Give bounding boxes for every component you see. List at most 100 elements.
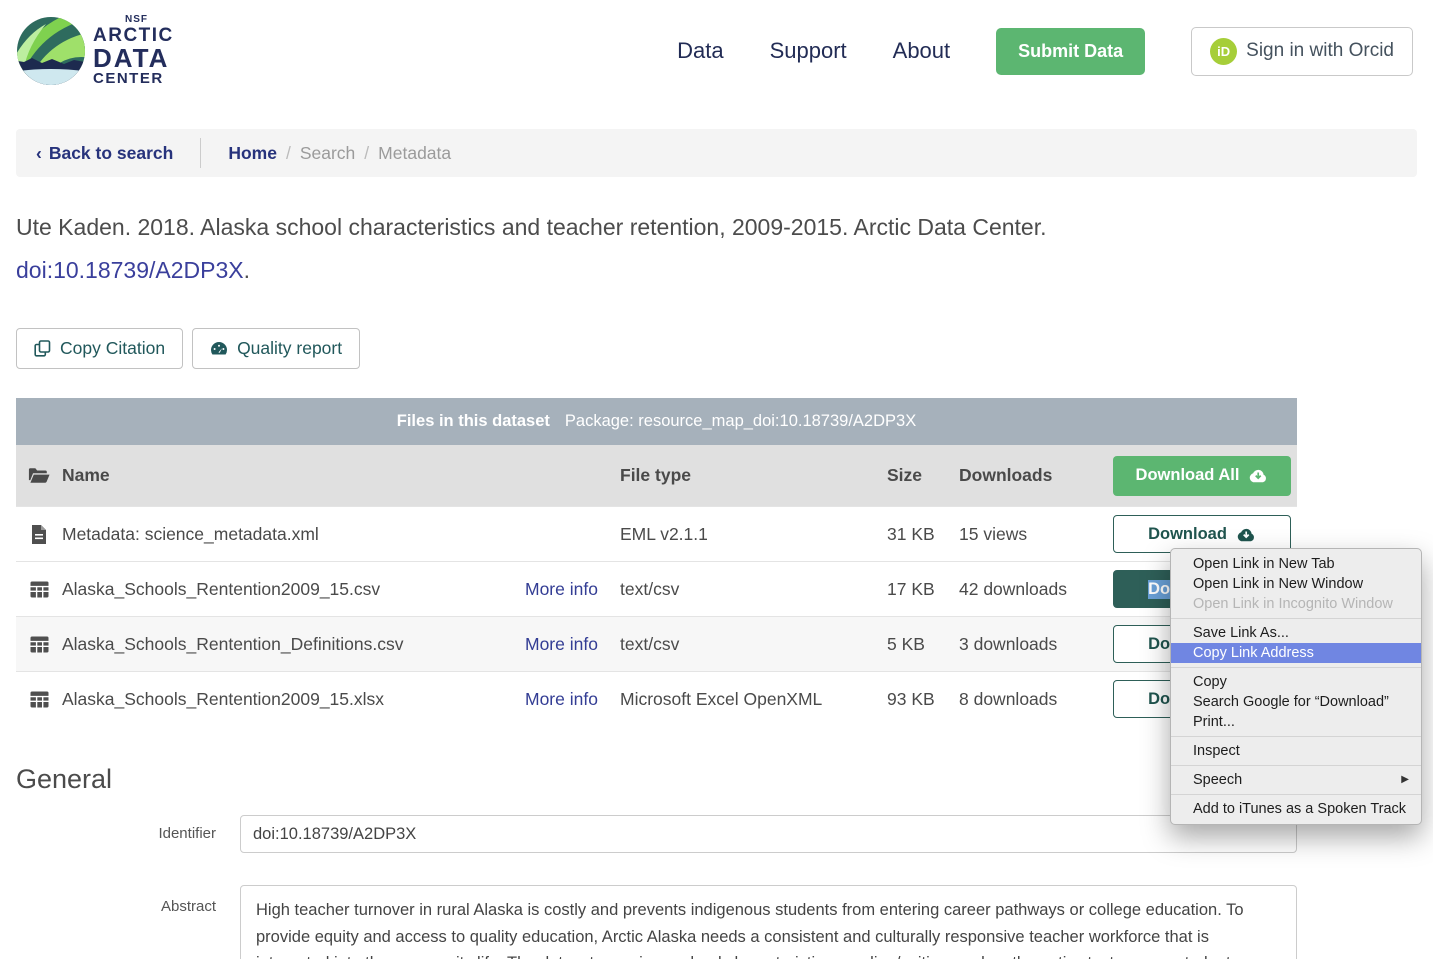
arctic-data-center-logo[interactable]: NSF Arctic Data Center [16, 15, 174, 86]
files-table-package: Package: resource_map_doi:10.18739/A2DP3… [565, 412, 916, 431]
citation-period: . [244, 257, 250, 283]
more-info-link[interactable]: More info [525, 579, 620, 600]
identifier-label: Identifier [16, 815, 240, 853]
menu-separator [1171, 765, 1421, 766]
menu-item-add-itunes[interactable]: Add to iTunes as a Spoken Track [1171, 799, 1421, 819]
breadcrumb: ‹ Back to search Home / Search / Metadat… [16, 129, 1417, 177]
menu-item-open-new-tab[interactable]: Open Link in New Tab [1171, 554, 1421, 574]
aurora-logo-icon [16, 16, 86, 86]
back-chevron-icon: ‹ [36, 143, 42, 164]
table-file-icon [16, 636, 62, 653]
menu-item-open-new-window[interactable]: Open Link in New Window [1171, 574, 1421, 594]
abstract-label: Abstract [16, 885, 240, 959]
download-all-label: Download All [1136, 466, 1240, 485]
file-size: 17 KB [887, 579, 959, 600]
abstract-textarea[interactable]: High teacher turnover in rural Alaska is… [240, 885, 1297, 959]
file-downloads: 15 views [959, 524, 1107, 545]
quality-report-button[interactable]: Quality report [192, 328, 360, 369]
main-content: ‹ Back to search Home / Search / Metadat… [0, 129, 1433, 959]
table-row-csv-definitions[interactable]: Alaska_Schools_Rentention_Definitions.cs… [16, 616, 1297, 671]
quality-report-label: Quality report [237, 338, 342, 359]
more-info-link[interactable]: More info [525, 689, 620, 710]
file-icon [16, 525, 62, 544]
menu-item-search-google[interactable]: Search Google for “Download” [1171, 692, 1421, 712]
table-row-xlsx[interactable]: Alaska_Schools_Rentention2009_15.xlsx Mo… [16, 671, 1297, 726]
folder-open-icon [16, 467, 62, 485]
file-size: 93 KB [887, 689, 959, 710]
main-nav: Data Support About Submit Data iD Sign i… [677, 27, 1413, 76]
speech-label: Speech [1193, 770, 1242, 790]
menu-item-speech[interactable]: Speech ▶ [1171, 770, 1421, 790]
sign-in-orcid-label: Sign in with Orcid [1246, 40, 1394, 62]
menu-separator [1171, 794, 1421, 795]
logo-nsf: NSF [125, 15, 174, 25]
back-to-search-link[interactable]: ‹ Back to search [36, 143, 173, 164]
col-size: Size [887, 465, 959, 486]
files-table-title: Files in this dataset [397, 412, 550, 431]
sign-in-orcid-button[interactable]: iD Sign in with Orcid [1191, 27, 1413, 76]
table-row-metadata[interactable]: Metadata: science_metadata.xml EML v2.1.… [16, 506, 1297, 561]
page: NSF Arctic Data Center Data Support Abou… [0, 0, 1433, 959]
files-table-header-band: Files in this dataset Package: resource_… [16, 398, 1297, 445]
nav-about[interactable]: About [893, 38, 951, 64]
file-name[interactable]: Metadata: science_metadata.xml [62, 524, 525, 545]
doi-link[interactable]: doi:10.18739/A2DP3X [16, 257, 244, 283]
breadcrumb-slash: / [286, 143, 291, 164]
table-file-icon [16, 691, 62, 708]
citation-actions: Copy Citation Quality report [16, 328, 1417, 369]
download-label: Download [1148, 525, 1227, 544]
submenu-arrow-icon: ▶ [1401, 770, 1409, 790]
dataset-citation: Ute Kaden. 2018. Alaska school character… [16, 206, 1256, 291]
file-name[interactable]: Alaska_Schools_Rentention_Definitions.cs… [62, 634, 525, 655]
file-size: 31 KB [887, 524, 959, 545]
copy-citation-label: Copy Citation [60, 338, 165, 359]
logo-text: NSF Arctic Data Center [93, 15, 174, 86]
file-type: Microsoft Excel OpenXML [620, 689, 887, 710]
file-size: 5 KB [887, 634, 959, 655]
orcid-id-icon: iD [1210, 38, 1237, 65]
gauge-icon [210, 341, 228, 357]
menu-item-print[interactable]: Print... [1171, 712, 1421, 732]
citation-text: Ute Kaden. 2018. Alaska school character… [16, 214, 1047, 240]
breadcrumb-metadata: Metadata [378, 143, 451, 164]
logo-center: Center [93, 71, 174, 86]
copy-citation-button[interactable]: Copy Citation [16, 328, 183, 369]
file-downloads: 42 downloads [959, 579, 1107, 600]
back-to-search-label: Back to search [49, 143, 174, 164]
file-type: text/csv [620, 579, 887, 600]
table-row-csv-2009-15[interactable]: Alaska_Schools_Rentention2009_15.csv Mor… [16, 561, 1297, 616]
menu-item-open-incognito: Open Link in Incognito Window [1171, 594, 1421, 614]
nav-data[interactable]: Data [677, 38, 723, 64]
file-name[interactable]: Alaska_Schools_Rentention2009_15.csv [62, 579, 525, 600]
menu-item-save-link-as[interactable]: Save Link As... [1171, 623, 1421, 643]
file-name[interactable]: Alaska_Schools_Rentention2009_15.xlsx [62, 689, 525, 710]
menu-item-copy-link-address[interactable]: Copy Link Address [1171, 643, 1421, 663]
abstract-field-row: Abstract High teacher turnover in rural … [16, 885, 1297, 959]
breadcrumb-slash: / [364, 143, 369, 164]
context-menu: Open Link in New Tab Open Link in New Wi… [1170, 548, 1422, 825]
files-table: Files in this dataset Package: resource_… [16, 398, 1297, 726]
file-downloads: 3 downloads [959, 634, 1107, 655]
menu-separator [1171, 667, 1421, 668]
nav-support[interactable]: Support [770, 38, 847, 64]
menu-item-inspect[interactable]: Inspect [1171, 741, 1421, 761]
menu-separator [1171, 618, 1421, 619]
site-header: NSF Arctic Data Center Data Support Abou… [0, 0, 1433, 102]
menu-separator [1171, 736, 1421, 737]
col-downloads: Downloads [959, 465, 1107, 486]
breadcrumb-divider [200, 138, 201, 168]
submit-data-button[interactable]: Submit Data [996, 28, 1145, 75]
more-info-link[interactable]: More info [525, 634, 620, 655]
cloud-download-icon [1236, 527, 1256, 542]
col-name: Name [62, 465, 525, 486]
file-type: EML v2.1.1 [620, 524, 887, 545]
files-table-column-header: Name File type Size Downloads Download A… [16, 445, 1297, 506]
file-downloads: 8 downloads [959, 689, 1107, 710]
identifier-input[interactable]: doi:10.18739/A2DP3X [240, 815, 1297, 853]
breadcrumb-home[interactable]: Home [228, 143, 277, 164]
breadcrumb-search: Search [300, 143, 355, 164]
menu-item-copy[interactable]: Copy [1171, 672, 1421, 692]
download-all-button[interactable]: Download All [1113, 456, 1291, 496]
logo-data: Data [93, 45, 174, 72]
table-file-icon [16, 581, 62, 598]
